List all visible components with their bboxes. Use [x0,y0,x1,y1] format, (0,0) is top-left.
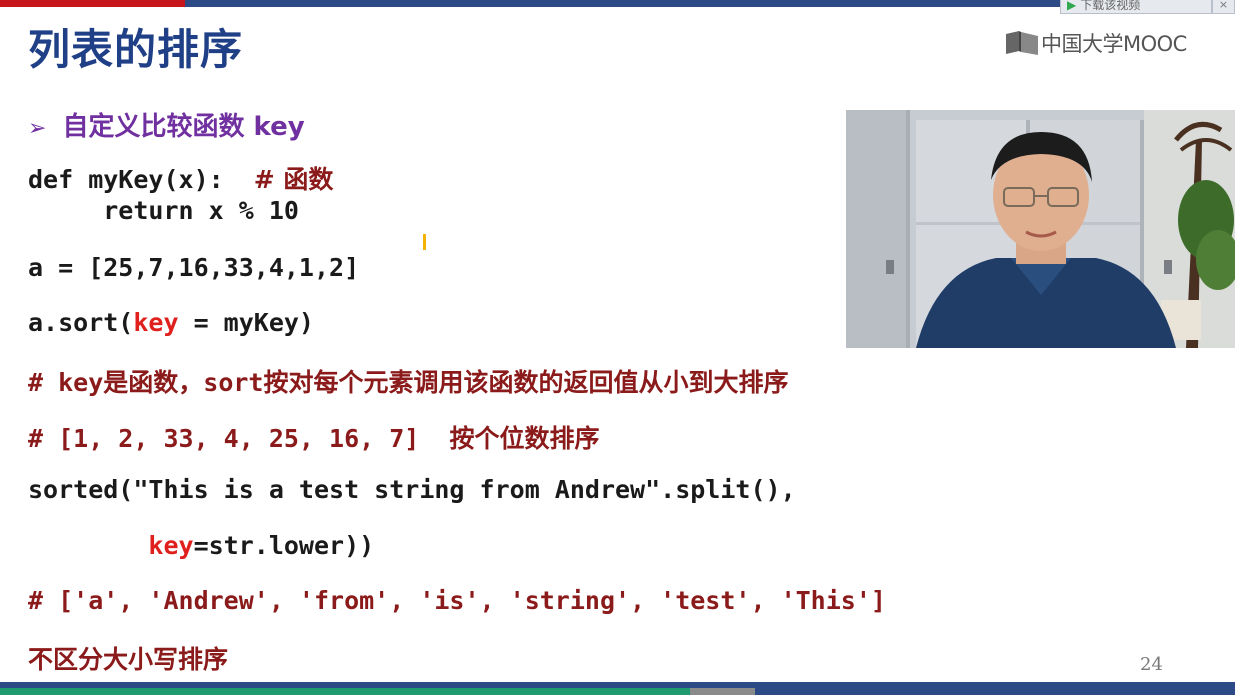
download-video-button[interactable]: ▶ 下载该视频 [1060,0,1212,14]
top-accent-bar [0,0,1235,7]
bottom-progress-bar [0,682,1235,695]
page-number: 24 [1140,654,1163,675]
code-line-5-comment: # key是函数，sort按对每个元素调用该函数的返回值从小到大排序 [28,368,789,397]
instructor-video [846,110,1235,348]
code-line-1: def myKey(x): # 函数 [28,165,334,194]
book-logo-icon [1006,31,1038,55]
code-line-4: a.sort(key = myKey) [28,308,314,337]
code-line-2: return x % 10 [28,196,299,225]
code-line-3: a = [25,7,16,33,4,1,2] [28,253,360,282]
close-icon[interactable]: × [1212,0,1235,14]
code-line-7: sorted("This is a test string from Andre… [28,475,796,504]
text-cursor [423,234,426,250]
logo-text: 中国大学MOOC [1041,32,1187,56]
code-line-6-comment: # [1, 2, 33, 4, 25, 16, 7] 按个位数排序 [28,424,600,453]
code-line-9-comment: # ['a', 'Andrew', 'from', 'is', 'string'… [28,586,886,615]
code-line-10-comment: 不区分大小写排序 [28,645,229,674]
mooc-logo: 中国大学MOOC [1005,28,1187,58]
code-line-8: key=str.lower)) [148,531,375,560]
slide-title: 列表的排序 [28,25,244,74]
bullet-text: 自定义比较函数 key [62,112,305,142]
arrow-bullet-icon: ➢ [28,116,47,141]
bullet-point: ➢ 自定义比较函数 key [28,106,305,143]
play-icon: ▶ [1067,0,1077,12]
